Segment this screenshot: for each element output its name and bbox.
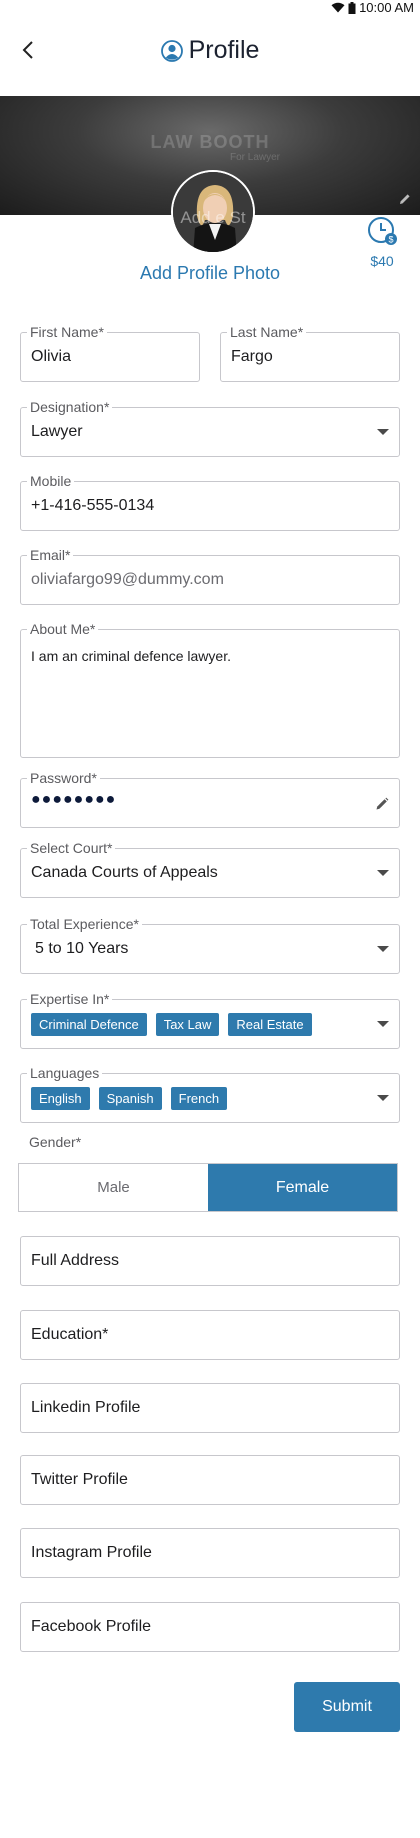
twitter-placeholder: Twitter Profile [31,1471,128,1488]
edit-password-icon[interactable] [375,797,389,811]
banner-brand-subtitle: For Lawyer [230,152,281,163]
user-circle-icon [160,39,183,62]
designation-select[interactable]: Designation* Lawyer [20,399,400,457]
password-field[interactable]: Password* ●●●●●●●● [20,770,400,828]
gender-label: Gender* [29,1134,82,1150]
linkedin-placeholder: Linkedin Profile [31,1399,141,1416]
language-chip[interactable]: French [170,1087,228,1110]
gender-option-male[interactable]: Male [19,1164,208,1211]
designation-value: Lawyer [31,423,83,440]
dropdown-arrow-icon [377,429,389,435]
dropdown-arrow-icon [377,870,389,876]
facebook-field[interactable]: Facebook Profile [20,1602,400,1652]
experience-label: Total Experience* [27,916,142,932]
instagram-field[interactable]: Instagram Profile [20,1528,400,1578]
language-chip[interactable]: Spanish [98,1087,162,1110]
gender-toggle: Male Female [18,1163,398,1212]
designation-label: Designation* [27,399,113,415]
experience-value: 5 to 10 Years [35,940,129,957]
about-me-value: I am an criminal defence lawyer. [31,648,231,664]
submit-button[interactable]: Submit [294,1682,400,1732]
full-address-placeholder: Full Address [31,1252,120,1269]
first-name-value: Olivia [31,348,72,365]
about-me-textarea[interactable]: About Me* I am an criminal defence lawye… [20,621,400,758]
wifi-icon [331,2,345,13]
svg-text:$: $ [388,235,393,245]
credits-badge[interactable]: $ $40 [362,216,402,269]
language-chips: English Spanish French [31,1087,228,1110]
education-placeholder: Education* [31,1326,109,1343]
password-value: ●●●●●●●● [31,791,117,808]
gender-option-female[interactable]: Female [208,1164,397,1211]
edit-cover-icon[interactable] [398,192,412,206]
page-title: Profile [0,36,420,65]
court-select[interactable]: Select Court* Canada Courts of Appeals [20,840,400,898]
dropdown-arrow-icon [377,1095,389,1101]
clock-dollar-icon: $ [368,217,397,245]
email-value: oliviafargo99@dummy.com [31,571,224,588]
languages-label: Languages [27,1065,103,1081]
court-label: Select Court* [27,840,116,856]
experience-select[interactable]: Total Experience* 5 to 10 Years [20,916,400,974]
court-value: Canada Courts of Appeals [31,864,218,881]
dropdown-arrow-icon [377,946,389,952]
page-title-text: Profile [188,36,260,64]
expertise-chips: Criminal Defence Tax Law Real Estate [31,1013,312,1036]
avatar-overlay-text: Add e St [180,208,246,227]
expertise-chip[interactable]: Tax Law [155,1013,220,1036]
first-name-label: First Name* [27,324,107,340]
password-label: Password* [27,770,100,786]
expertise-select[interactable]: Expertise In* Criminal Defence Tax Law R… [20,991,400,1049]
last-name-label: Last Name* [227,324,307,340]
instagram-placeholder: Instagram Profile [31,1544,152,1561]
last-name-value: Fargo [231,348,273,365]
email-label: Email* [27,547,74,563]
email-field[interactable]: Email* oliviafargo99@dummy.com [20,547,400,605]
status-bar: 10:00 AM [0,0,420,16]
education-field[interactable]: Education* [20,1310,400,1360]
expertise-chip[interactable]: Real Estate [228,1013,312,1036]
last-name-field[interactable]: Last Name* Fargo [220,324,400,382]
expertise-chip[interactable]: Criminal Defence [31,1013,147,1036]
mobile-value: +1-416-555-0134 [31,497,155,514]
add-profile-photo-link[interactable]: Add Profile Photo [0,263,420,284]
battery-icon [348,1,356,14]
dropdown-arrow-icon [377,1021,389,1027]
full-address-field[interactable]: Full Address [20,1236,400,1286]
expertise-label: Expertise In* [27,991,113,1007]
languages-select[interactable]: Languages English Spanish French [20,1065,400,1123]
banner-brand: LAW BOOTH [150,132,270,152]
twitter-field[interactable]: Twitter Profile [20,1455,400,1505]
app-bar: Profile [0,16,420,96]
first-name-field[interactable]: First Name* Olivia [20,324,200,382]
status-time: 10:00 AM [359,0,414,15]
mobile-field[interactable]: Mobile +1-416-555-0134 [20,473,400,531]
facebook-placeholder: Facebook Profile [31,1618,152,1635]
linkedin-field[interactable]: Linkedin Profile [20,1383,400,1433]
avatar[interactable]: Add e St [171,170,255,254]
language-chip[interactable]: English [31,1087,90,1110]
about-me-label: About Me* [27,621,99,637]
mobile-label: Mobile [27,473,75,489]
